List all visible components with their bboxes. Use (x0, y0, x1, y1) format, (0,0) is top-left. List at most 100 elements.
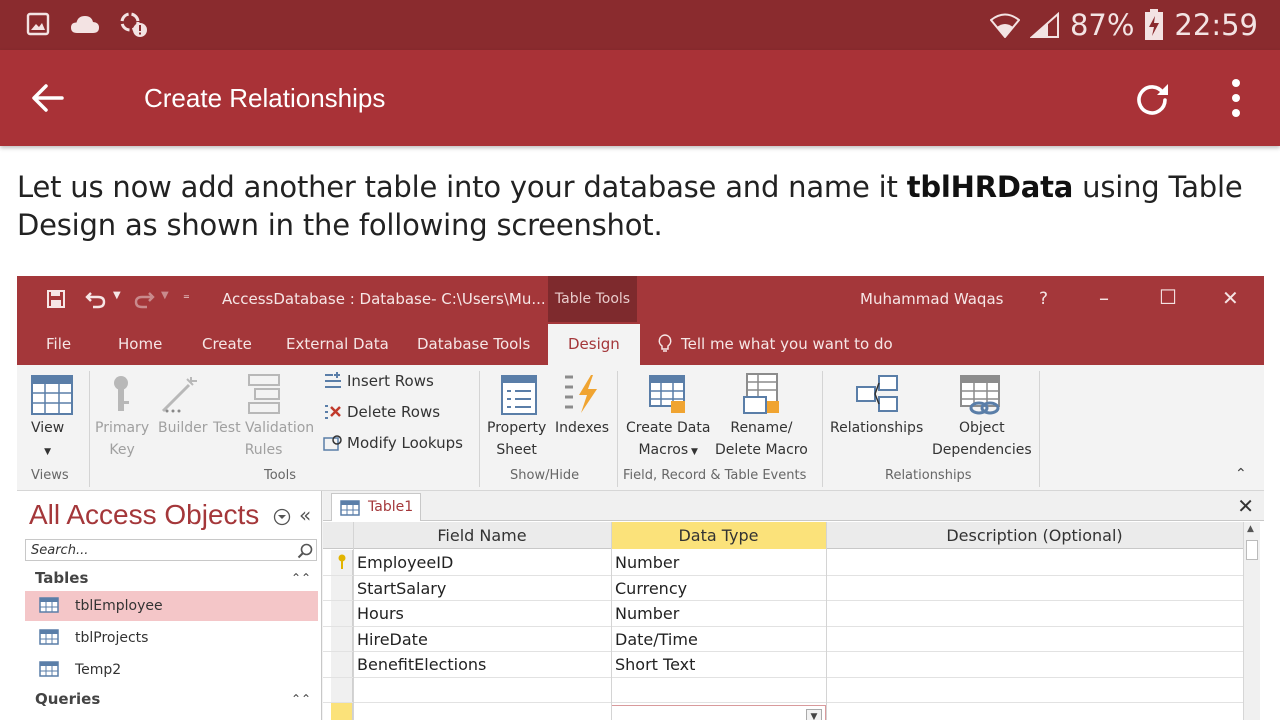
rename-delete-macro-button[interactable]: Rename/ Delete Macro (715, 417, 808, 461)
table-icon (39, 661, 59, 677)
ribbon-separator (479, 371, 480, 487)
battery-percent: 87% (1069, 8, 1135, 42)
maximize-button[interactable]: ☐ (1159, 285, 1177, 309)
ribbon-tabs: File Home Create External Data Database … (17, 322, 1264, 365)
ribbon: View ▼ Views Primary Key Builder Test Val… (17, 365, 1264, 491)
collapse-ribbon-icon[interactable]: ⌃ (1235, 466, 1247, 482)
row-selector[interactable] (331, 677, 353, 702)
field-name-cell[interactable]: HireDate (357, 630, 428, 649)
row-selector[interactable] (331, 550, 353, 575)
test-validation-button[interactable]: Test Validation Rules (213, 417, 314, 461)
property-sheet-button[interactable]: Property Sheet (487, 417, 546, 461)
chevron-down-icon[interactable]: ▼ (806, 709, 822, 720)
create-data-macros-button[interactable]: Create Data Macros ▼ (626, 417, 710, 463)
collapse-section-icon[interactable]: ⌃⌃ (291, 571, 311, 585)
delete-rows-button[interactable]: Delete Rows (323, 403, 440, 421)
table-row[interactable]: Hours Number (323, 601, 1243, 627)
nav-item-tblemployee[interactable]: tblEmployee (25, 591, 318, 621)
header-data-type: Data Type (611, 522, 826, 549)
tell-me-search[interactable]: Tell me what you want to do (681, 335, 893, 353)
insert-rows-label: Insert Rows (347, 372, 434, 390)
nav-dropdown-icon[interactable] (273, 508, 291, 526)
row-selector[interactable] (331, 652, 353, 677)
navigation-pane: All Access Objects « Search... Tables ⌃⌃… (17, 491, 322, 720)
indexes-button[interactable]: Indexes (555, 417, 609, 439)
nav-item-tblprojects[interactable]: tblProjects (25, 623, 318, 653)
refresh-icon[interactable] (1132, 78, 1172, 118)
wifi-icon (989, 13, 1020, 38)
collapse-section-icon[interactable]: ⌃⌃ (291, 692, 311, 706)
view-icon[interactable] (31, 375, 73, 415)
insert-rows-button[interactable]: Insert Rows (323, 372, 434, 390)
table-row[interactable]: StartSalary Currency (323, 575, 1243, 601)
nav-search-input[interactable]: Search... (25, 539, 317, 561)
more-vert-icon[interactable] (1222, 76, 1250, 120)
create-data-macros-icon (649, 375, 685, 413)
modify-lookups-button[interactable]: Modify Lookups (323, 434, 463, 452)
nav-section-queries[interactable]: Queries (35, 690, 100, 708)
tab-file[interactable]: File (46, 335, 71, 353)
primary-key-icon (114, 376, 129, 411)
access-window-title: AccessDatabase : Database- C:\Users\Mu..… (222, 290, 546, 308)
back-arrow-icon[interactable] (28, 78, 68, 118)
scroll-up-icon[interactable]: ▲ (1247, 524, 1254, 534)
test-validation-icon (248, 374, 280, 414)
help-button[interactable]: ? (1039, 289, 1048, 309)
document-tab-label: Table1 (368, 499, 414, 515)
modify-lookups-icon (323, 435, 342, 451)
signed-in-user[interactable]: Muhammad Waqas (860, 290, 1003, 308)
grid-line (611, 522, 612, 720)
grid-line (826, 522, 827, 720)
save-icon (47, 290, 65, 308)
data-type-dropdown[interactable]: ▼ (611, 705, 826, 720)
group-show-hide: Show/Hide (510, 468, 580, 483)
lightbulb-icon (658, 334, 672, 352)
row-selector[interactable] (331, 575, 353, 600)
article-paragraph: Let us now add another table into your d… (17, 168, 1267, 244)
close-button[interactable]: ✕ (1222, 286, 1239, 310)
data-type-cell[interactable]: Number (615, 604, 679, 623)
table-row[interactable]: EmployeeID Number (323, 550, 1243, 576)
table-row[interactable] (323, 677, 1243, 703)
data-type-cell[interactable]: Short Text (615, 655, 695, 674)
tab-create[interactable]: Create (202, 335, 252, 353)
relationships-button[interactable]: Relationships (830, 417, 923, 439)
object-dependencies-button[interactable]: Object Dependencies (932, 417, 1032, 461)
builder-button[interactable]: Builder (158, 417, 208, 439)
header-description: Description (Optional) (946, 526, 1123, 545)
nav-pane-title[interactable]: All Access Objects (29, 499, 259, 531)
table-row[interactable]: BenefitElections Short Text (323, 652, 1243, 678)
scrollbar-thumb[interactable] (1246, 540, 1258, 560)
nav-item-label: Temp2 (75, 662, 122, 678)
tab-design[interactable]: Design (548, 324, 640, 365)
field-name-cell[interactable]: StartSalary (357, 579, 446, 598)
row-selector[interactable] (331, 703, 353, 720)
nav-item-temp2[interactable]: Temp2 (25, 655, 318, 685)
table-icon (39, 629, 59, 645)
tab-home[interactable]: Home (118, 335, 162, 353)
undo-icon (85, 292, 106, 309)
field-name-cell[interactable]: BenefitElections (357, 655, 486, 674)
nav-section-tables[interactable]: Tables (35, 569, 88, 587)
search-icon[interactable] (297, 543, 313, 559)
tab-database-tools[interactable]: Database Tools (417, 335, 530, 353)
row-selector[interactable] (331, 626, 353, 651)
tab-external-data[interactable]: External Data (286, 335, 389, 353)
view-button[interactable]: View ▼ (31, 417, 64, 463)
table-row[interactable]: HireDate Date/Time (323, 626, 1243, 652)
table-designer: Table1 ✕ Field Name Data Type Descriptio… (323, 491, 1264, 720)
document-tab-table1[interactable]: Table1 (331, 493, 421, 521)
table-row-new[interactable]: ▼ (323, 703, 1243, 720)
data-type-cell[interactable]: Number (615, 553, 679, 572)
close-document-icon[interactable]: ✕ (1237, 494, 1254, 518)
data-type-cell[interactable]: Date/Time (615, 630, 698, 649)
field-name-cell[interactable]: EmployeeID (357, 553, 453, 572)
collapse-pane-icon[interactable]: « (299, 503, 311, 527)
primary-key-button[interactable]: Primary Key (95, 417, 149, 461)
minimize-button[interactable]: – (1099, 286, 1109, 310)
vertical-scrollbar[interactable]: ▲ (1243, 522, 1260, 720)
field-name-cell[interactable]: Hours (357, 604, 404, 623)
builder-icon (161, 377, 197, 413)
row-selector[interactable] (331, 601, 353, 626)
data-type-cell[interactable]: Currency (615, 579, 687, 598)
